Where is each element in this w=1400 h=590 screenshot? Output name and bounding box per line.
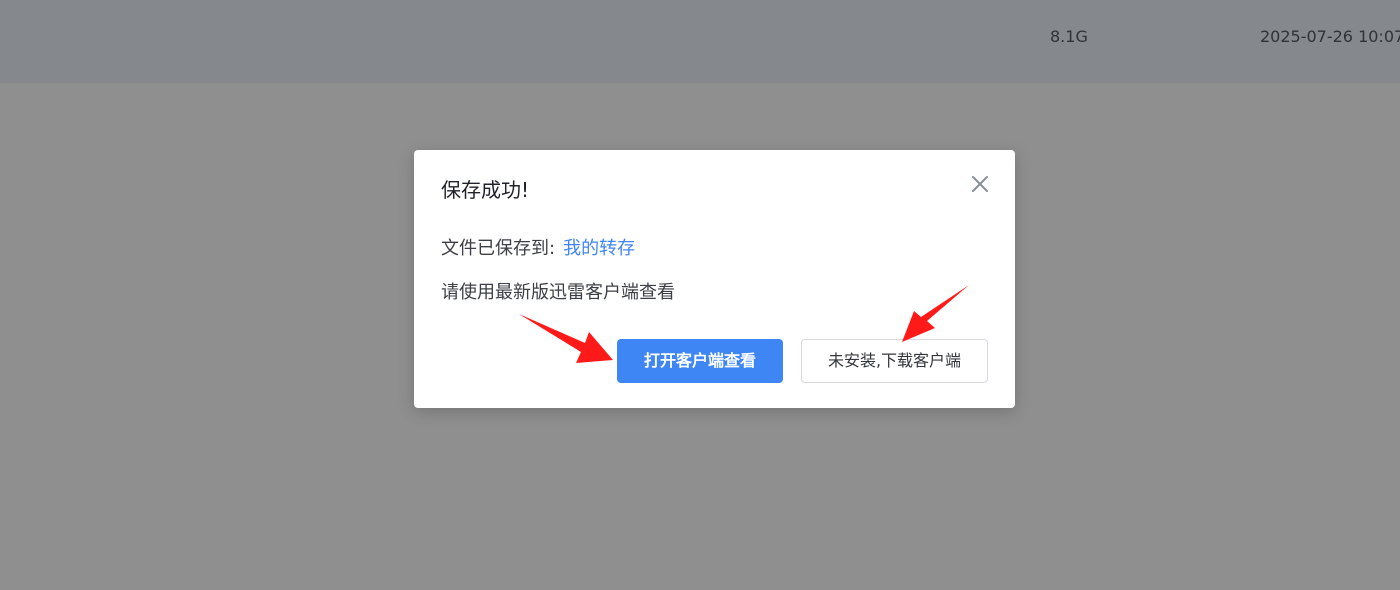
close-button[interactable] (968, 172, 992, 196)
close-icon (972, 176, 988, 192)
saved-to-line: 文件已保存到: 我的转存 (441, 236, 635, 262)
my-transfers-link[interactable]: 我的转存 (563, 238, 635, 259)
open-client-button[interactable]: 打开客户端查看 (617, 339, 783, 383)
saved-to-label: 文件已保存到: (441, 238, 556, 259)
download-client-button[interactable]: 未安装,下载客户端 (801, 339, 988, 383)
dialog-title: 保存成功! (441, 178, 530, 202)
save-success-dialog: 保存成功! 文件已保存到: 我的转存 请使用最新版迅雷客户端查看 打开客户端查看 … (414, 150, 1015, 408)
page: 8.1G 2025-07-26 10:07 保存成功! 文件已保存到: 我的转存 … (0, 0, 1400, 590)
client-hint: 请使用最新版迅雷客户端查看 (441, 282, 675, 303)
